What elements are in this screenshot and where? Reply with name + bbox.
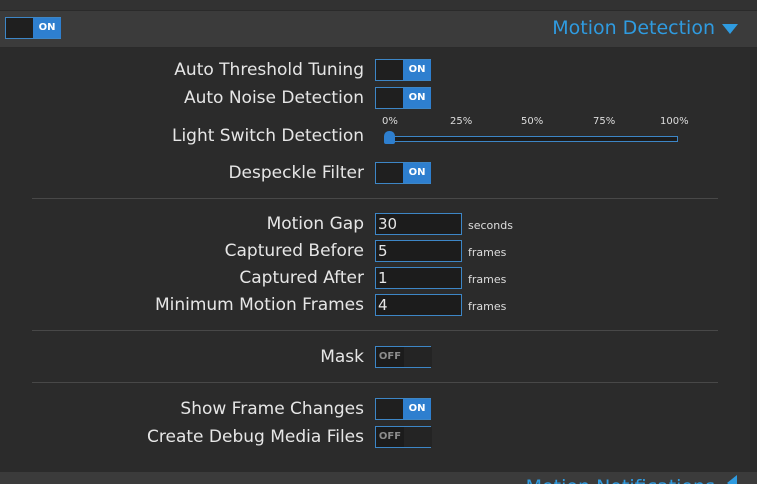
show-frame-changes-switch[interactable]: ON (375, 398, 431, 420)
light-switch-detection-slider[interactable]: 0% 25% 50% 75% 100% (382, 116, 692, 146)
slider-tick-label: 0% (382, 116, 398, 127)
auto-noise-detection-label: Auto Noise Detection (183, 88, 364, 108)
chevron-down-icon[interactable] (722, 24, 738, 34)
despeckle-filter-label: Despeckle Filter (228, 163, 364, 183)
slider-thumb[interactable] (384, 131, 395, 144)
minimum-motion-frames-label: Minimum Motion Frames (154, 295, 364, 315)
switch-state-label: ON (403, 88, 431, 108)
section-header-motion-detection[interactable]: ON Motion Detection (0, 10, 757, 48)
auto-threshold-tuning-label: Auto Threshold Tuning (174, 60, 364, 80)
section-title[interactable]: Motion Notifications (526, 476, 715, 484)
captured-before-label: Captured Before (224, 241, 364, 261)
show-frame-changes-label: Show Frame Changes (180, 399, 364, 419)
switch-knob (404, 427, 432, 447)
section-divider (32, 382, 718, 383)
captured-after-unit: frames (468, 273, 507, 286)
create-debug-media-files-label: Create Debug Media Files (147, 427, 364, 447)
motion-gap-label: Motion Gap (266, 214, 364, 234)
switch-knob (6, 18, 35, 38)
switch-state-label: ON (403, 60, 431, 80)
section-title[interactable]: Motion Detection (552, 17, 715, 39)
captured-before-unit: frames (468, 246, 507, 259)
mask-label: Mask (320, 347, 364, 367)
switch-knob (376, 163, 405, 183)
captured-after-label: Captured After (239, 268, 364, 288)
section-divider (32, 198, 718, 199)
motion-gap-unit: seconds (468, 219, 513, 232)
section-header-motion-notifications[interactable]: Motion Notifications (0, 472, 757, 484)
mask-switch[interactable]: OFF (375, 346, 432, 368)
create-debug-media-files-switch[interactable]: OFF (375, 426, 432, 448)
minimum-motion-frames-input[interactable] (375, 294, 462, 316)
motion-gap-input[interactable] (375, 213, 462, 235)
switch-state-label: ON (403, 399, 431, 419)
motion-detection-enable-switch[interactable]: ON (5, 17, 61, 39)
light-switch-detection-label: Light Switch Detection (171, 126, 364, 146)
section-divider (32, 330, 718, 331)
switch-state-label: OFF (376, 427, 404, 447)
slider-tick-label: 100% (660, 116, 689, 127)
slider-tick-label: 75% (593, 116, 616, 127)
slider-track[interactable] (388, 136, 678, 142)
switch-knob (376, 60, 405, 80)
switch-knob (376, 88, 405, 108)
auto-threshold-tuning-switch[interactable]: ON (375, 59, 431, 81)
switch-state-label: ON (33, 18, 61, 38)
slider-tick-label: 25% (450, 116, 473, 127)
captured-before-input[interactable] (375, 240, 462, 262)
slider-tick-label: 50% (521, 116, 544, 127)
switch-knob (376, 399, 405, 419)
top-strip (0, 0, 757, 10)
switch-state-label: ON (403, 163, 431, 183)
despeckle-filter-switch[interactable]: ON (375, 162, 431, 184)
switch-knob (404, 347, 432, 367)
switch-state-label: OFF (376, 347, 404, 367)
chevron-left-icon[interactable] (727, 475, 737, 484)
auto-noise-detection-switch[interactable]: ON (375, 87, 431, 109)
minimum-motion-frames-unit: frames (468, 300, 507, 313)
captured-after-input[interactable] (375, 267, 462, 289)
